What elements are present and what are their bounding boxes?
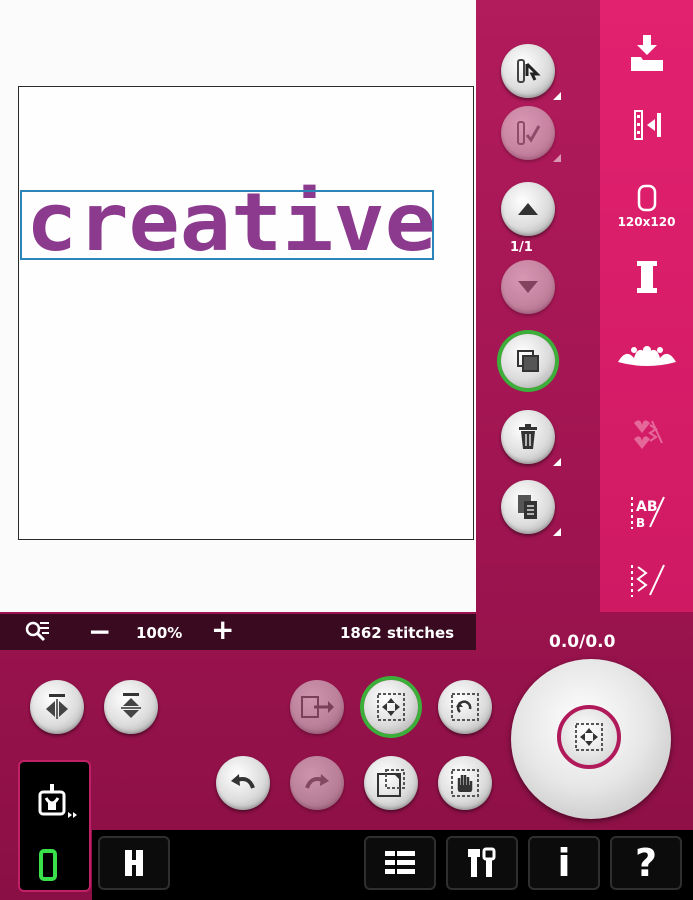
font-menu-icon	[633, 420, 663, 449]
thread-color-button[interactable]	[600, 252, 693, 302]
previous-design-button[interactable]	[501, 182, 555, 236]
menu-button[interactable]	[364, 836, 436, 890]
position-joystick[interactable]	[511, 659, 671, 819]
stitch-count: 1862 stitches	[340, 624, 455, 642]
embroidery-menu-icon	[617, 346, 676, 366]
copy-icon	[518, 495, 537, 519]
position-readout: 0.0/0.0	[549, 632, 616, 652]
duplicate-button[interactable]	[501, 334, 555, 388]
embroidery-unit-icon	[38, 784, 77, 818]
bottom-toolbar: i ?	[92, 830, 693, 900]
group-designs-button[interactable]	[501, 106, 561, 162]
design-canvas[interactable]: creative	[0, 0, 476, 612]
scale-button[interactable]	[364, 756, 418, 810]
text-edit-icon: ABB	[630, 496, 665, 530]
list-menu-icon	[385, 851, 415, 874]
delete-button[interactable]	[501, 410, 561, 466]
hand-icon	[451, 769, 479, 797]
hoop-button[interactable]: 120x120	[600, 172, 693, 240]
stitch-out-button[interactable]	[600, 100, 693, 150]
next-design-button[interactable]	[501, 260, 555, 314]
select-design-icon	[517, 59, 541, 83]
triangle-down-icon	[518, 281, 538, 293]
load-design-button[interactable]	[600, 28, 693, 78]
center-move-icon	[575, 723, 603, 751]
right-toolbar: 120x120 AB B	[600, 0, 693, 612]
mirror-horizontal-icon	[46, 694, 68, 719]
select-design-button[interactable]	[501, 44, 561, 100]
mirror-vertical-icon	[121, 693, 141, 718]
rotate-icon	[451, 693, 479, 721]
selection-box	[20, 190, 434, 260]
zoom-bar: − 100% + 1862 stitches	[0, 614, 476, 650]
sewing-mode-icon[interactable]	[38, 848, 58, 882]
scale-icon	[377, 769, 405, 797]
stitch-program-icon	[630, 564, 665, 597]
pan-button[interactable]	[438, 756, 492, 810]
redo-button[interactable]	[290, 756, 344, 810]
stitch-out-icon	[633, 110, 661, 140]
design-pager: 1/1	[510, 240, 533, 255]
font-menu-button[interactable]	[600, 410, 693, 460]
undo-icon	[231, 774, 255, 789]
move-to-hoop-button[interactable]	[290, 680, 344, 734]
trash-icon	[519, 424, 537, 449]
tools-icon	[468, 847, 496, 877]
duplicate-icon	[517, 350, 539, 372]
embroidery-menu-button[interactable]	[600, 330, 693, 380]
settings-button[interactable]	[446, 836, 518, 890]
copy-paste-button[interactable]	[501, 480, 561, 536]
move-to-hoop-icon	[301, 696, 334, 718]
move-mode-button[interactable]	[364, 680, 418, 734]
text-edit-button[interactable]: AB B	[600, 488, 693, 538]
zoom-value: 100%	[136, 624, 183, 642]
hoop-size-label: 120x120	[617, 215, 676, 229]
redo-icon	[305, 774, 329, 789]
center-design-button[interactable]	[557, 705, 621, 769]
load-design-icon	[630, 35, 663, 71]
info-button[interactable]: i	[528, 836, 600, 890]
triangle-up-icon	[518, 203, 538, 215]
group-check-icon	[517, 121, 541, 145]
embroidery-edit-screen: creative − 100% + 1862 stitches 1/1 120x…	[0, 0, 693, 900]
zoom-in-button[interactable]: +	[211, 616, 234, 644]
svg-text:B: B	[636, 516, 645, 530]
mirror-horizontal-button[interactable]	[30, 680, 84, 734]
stitch-program-button[interactable]	[600, 556, 693, 606]
zoom-out-button[interactable]: −	[88, 618, 111, 646]
zoom-options-icon[interactable]	[24, 620, 50, 648]
embroidery-mode-tab[interactable]	[18, 760, 91, 892]
rotate-button[interactable]	[438, 680, 492, 734]
presser-foot-icon	[125, 850, 143, 876]
move-arrows-icon	[377, 693, 405, 721]
mirror-vertical-button[interactable]	[104, 680, 158, 734]
hoop-area[interactable]	[18, 86, 474, 540]
help-button[interactable]: ?	[610, 836, 682, 890]
undo-button[interactable]	[216, 756, 270, 810]
thread-spool-icon	[636, 261, 657, 293]
svg-text:AB: AB	[636, 499, 658, 515]
machine-mode-button[interactable]	[98, 836, 170, 890]
hoop-icon	[637, 184, 656, 212]
